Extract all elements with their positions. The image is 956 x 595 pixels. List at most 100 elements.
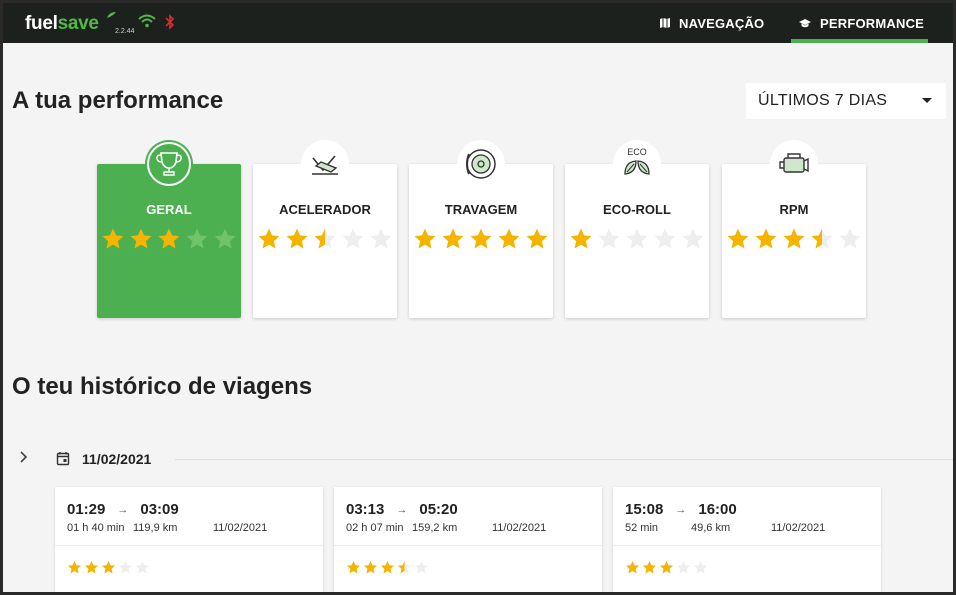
category-card-acelerador[interactable]: ACELERADOR xyxy=(253,140,397,318)
trip-end-time: 16:00 xyxy=(698,501,737,518)
star-half-icon xyxy=(397,560,412,574)
category-card-geral[interactable]: GERAL xyxy=(97,140,241,318)
star-rating xyxy=(569,227,705,251)
star-full-icon xyxy=(526,228,548,249)
star-empty-icon xyxy=(214,228,236,249)
arrow-right-icon: → xyxy=(675,503,687,516)
trip-times: 15:08 → 16:00 xyxy=(625,501,737,518)
fuelsave-logo: fuelsave xyxy=(25,13,99,35)
accelerator-pedal-icon xyxy=(301,140,349,188)
trip-divider xyxy=(334,545,602,546)
trip-divider xyxy=(613,545,881,546)
trip-times: 03:13 → 05:20 xyxy=(346,501,458,518)
star-full-icon xyxy=(84,560,99,574)
history-date: 11/02/2021 xyxy=(82,451,152,467)
trip-start-time: 01:29 xyxy=(67,501,106,518)
engine-icon xyxy=(770,140,818,188)
active-tab-indicator xyxy=(791,39,928,43)
history-divider xyxy=(175,459,953,460)
trip-distance: 49,6 km xyxy=(691,522,731,534)
app-version: 2.2.44 xyxy=(115,28,135,35)
star-empty-icon xyxy=(118,560,133,574)
star-rating xyxy=(413,227,549,251)
top-bar: fuelsave 2.2.44 NAVEGAÇÃO PERFORMANCE xyxy=(3,3,953,43)
trip-times: 01:29 → 03:09 xyxy=(67,501,179,518)
tab-performance-label: PERFORMANCE xyxy=(820,15,925,31)
category-card-travagem[interactable]: TRAVAGEM xyxy=(409,140,553,318)
trip-start-time: 03:13 xyxy=(346,501,385,518)
star-half-icon xyxy=(314,228,336,249)
category-card-rpm[interactable]: RPM xyxy=(722,140,866,318)
star-full-icon xyxy=(130,228,152,249)
wifi-icon xyxy=(138,14,156,28)
logo-leaf-icon xyxy=(107,12,116,18)
star-full-icon xyxy=(659,560,674,574)
trip-card[interactable]: 15:08 → 16:00 52 min 49,6 km 11/02/2021 xyxy=(613,487,881,592)
star-full-icon xyxy=(642,560,657,574)
trip-duration: 02 h 07 min xyxy=(346,522,404,534)
star-full-icon xyxy=(67,560,82,574)
trip-divider xyxy=(55,545,323,546)
star-empty-icon xyxy=(135,560,150,574)
star-full-icon xyxy=(158,228,180,249)
category-label: ECO-ROLL xyxy=(603,202,671,217)
chevron-right-icon[interactable] xyxy=(19,450,29,464)
star-rating xyxy=(625,560,708,575)
star-full-icon xyxy=(101,560,116,574)
star-rating xyxy=(67,560,150,575)
tab-performance[interactable]: PERFORMANCE xyxy=(798,3,924,43)
category-label: ACELERADOR xyxy=(279,202,371,217)
star-rating xyxy=(346,560,429,575)
star-half-icon xyxy=(811,228,833,249)
graduation-cap-icon xyxy=(799,18,811,27)
tab-navegacao-label: NAVEGAÇÃO xyxy=(679,15,765,31)
star-full-icon xyxy=(570,228,592,249)
star-empty-icon xyxy=(370,228,392,249)
star-full-icon xyxy=(363,560,378,574)
star-empty-icon xyxy=(414,560,429,574)
period-select[interactable]: ÚLTIMOS 7 DIAS xyxy=(746,83,946,119)
star-full-icon xyxy=(346,560,361,574)
history-title: O teu histórico de viagens xyxy=(12,373,313,400)
star-empty-icon xyxy=(676,560,691,574)
star-empty-icon xyxy=(839,228,861,249)
star-full-icon xyxy=(727,228,749,249)
trip-duration: 52 min xyxy=(625,522,659,534)
trip-meta: 01 h 40 min 119,9 km 11/02/2021 xyxy=(67,522,267,534)
trip-start-time: 15:08 xyxy=(625,501,664,518)
caret-down-icon xyxy=(922,98,932,103)
eco-leaves-icon: ECO xyxy=(613,140,661,188)
star-rating xyxy=(726,227,862,251)
trip-card[interactable]: 01:29 → 03:09 01 h 40 min 119,9 km 11/02… xyxy=(55,487,323,592)
trip-date: 11/02/2021 xyxy=(771,522,826,534)
eco-icon-text: ECO xyxy=(627,147,647,157)
star-full-icon xyxy=(625,560,640,574)
arrow-right-icon: → xyxy=(396,503,408,516)
star-empty-icon xyxy=(682,228,704,249)
tab-navegacao[interactable]: NAVEGAÇÃO xyxy=(659,3,764,43)
calendar-icon xyxy=(56,452,70,466)
star-rating xyxy=(257,227,393,251)
star-empty-icon xyxy=(654,228,676,249)
star-empty-icon xyxy=(186,228,208,249)
trip-end-time: 05:20 xyxy=(419,501,458,518)
trip-card[interactable]: 03:13 → 05:20 02 h 07 min 159,2 km 11/02… xyxy=(334,487,602,592)
trip-distance: 119,9 km xyxy=(133,522,178,534)
star-full-icon xyxy=(498,228,520,249)
category-label: TRAVAGEM xyxy=(444,202,518,217)
star-full-icon xyxy=(783,228,805,249)
category-label: RPM xyxy=(779,202,809,217)
star-full-icon xyxy=(102,228,124,249)
star-empty-icon xyxy=(693,560,708,574)
category-card-eco-roll[interactable]: ECO ECO-ROLL xyxy=(565,140,709,318)
brake-disc-icon xyxy=(457,140,505,188)
star-full-icon xyxy=(258,228,280,249)
logo-text-fuel: fuel xyxy=(25,13,58,34)
logo-text-save: save xyxy=(57,13,99,34)
arrow-right-icon: → xyxy=(117,503,129,516)
trip-meta: 52 min 49,6 km 11/02/2021 xyxy=(625,522,825,534)
app-frame: fuelsave 2.2.44 NAVEGAÇÃO PERFORMANCE A … xyxy=(3,3,953,592)
star-full-icon xyxy=(414,228,436,249)
bluetooth-icon xyxy=(165,14,175,30)
trip-duration: 01 h 40 min xyxy=(67,522,125,534)
